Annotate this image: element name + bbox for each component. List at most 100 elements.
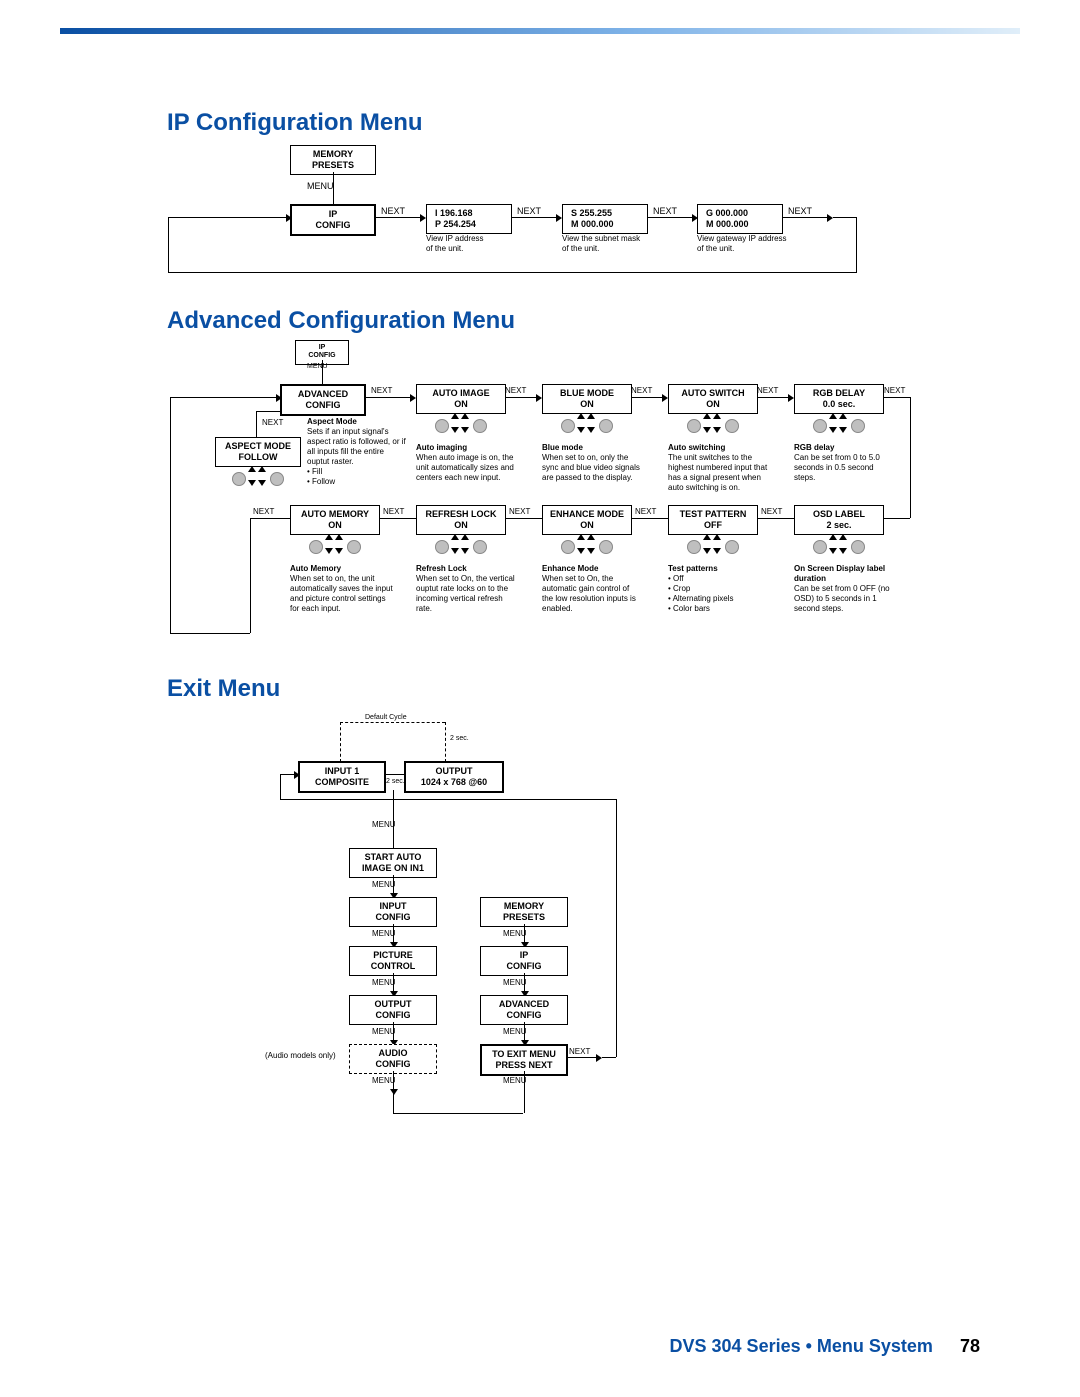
box-memory-presets2: MEMORYPRESETS bbox=[480, 897, 568, 927]
box-blue-mode: BLUE MODE ON bbox=[542, 384, 632, 414]
line bbox=[256, 411, 257, 437]
line bbox=[168, 272, 857, 273]
box-aspect-mode: ASPECT MODEFOLLOW bbox=[215, 437, 301, 467]
line bbox=[884, 397, 910, 398]
line bbox=[280, 774, 294, 775]
desc-rgb-delay: RGB delayCan be set from 0 to 5.0 second… bbox=[794, 443, 894, 483]
line bbox=[393, 1113, 523, 1114]
line bbox=[568, 1057, 596, 1058]
label-next: NEXT bbox=[253, 507, 274, 516]
line bbox=[910, 397, 911, 518]
label-menu: MENU bbox=[372, 978, 396, 987]
label-next: NEXT bbox=[381, 206, 405, 216]
label-menu: MENU bbox=[503, 1076, 527, 1085]
box-auto-switch: AUTO SWITCH ON bbox=[668, 384, 758, 414]
box-output: OUTPUT1024 x 768 @60 bbox=[404, 761, 504, 793]
heading-ip-config: IP Configuration Menu bbox=[167, 109, 423, 137]
desc-gateway: View gateway IP addressof the unit. bbox=[697, 234, 827, 254]
desc-auto-image: Auto imagingWhen auto image is on, the u… bbox=[416, 443, 516, 483]
box-picture-control: PICTURECONTROL bbox=[349, 946, 437, 976]
line bbox=[250, 518, 290, 519]
label-next: NEXT bbox=[517, 206, 541, 216]
line bbox=[758, 518, 794, 519]
label-next: NEXT bbox=[788, 206, 812, 216]
desc-auto-memory: Auto MemoryWhen set to on, the unit auto… bbox=[290, 564, 396, 614]
dashed-line bbox=[340, 722, 445, 724]
line bbox=[506, 397, 536, 398]
label-next: NEXT bbox=[635, 507, 656, 516]
adjust-icon bbox=[809, 413, 869, 437]
box-audio-config: AUDIOCONFIG bbox=[349, 1044, 437, 1074]
box-output-config: OUTPUTCONFIG bbox=[349, 995, 437, 1025]
footer-title: DVS 304 Series • Menu System bbox=[670, 1336, 933, 1356]
line bbox=[280, 799, 616, 800]
adjust-icon bbox=[305, 534, 365, 558]
line bbox=[170, 397, 276, 398]
box-rgb-delay: RGB DELAY0.0 sec. bbox=[794, 384, 884, 414]
label-2sec: 2 sec. bbox=[450, 735, 469, 742]
line bbox=[616, 799, 617, 1057]
header-gradient-bar bbox=[60, 28, 1020, 34]
box-adv-config2: ADVANCEDCONFIG bbox=[480, 995, 568, 1025]
line bbox=[376, 217, 420, 218]
box-test-pattern: TEST PATTERNOFF bbox=[668, 505, 758, 535]
adjust-icon bbox=[683, 534, 743, 558]
box-ip-config: IPCONFIG bbox=[290, 204, 376, 236]
line bbox=[168, 217, 169, 272]
desc-blue-mode: Blue modeWhen set to on, only the sync a… bbox=[542, 443, 642, 483]
label-menu: MENU bbox=[503, 978, 527, 987]
box-auto-memory: AUTO MEMORY ON bbox=[290, 505, 380, 535]
label-2sec: 2 sec. bbox=[386, 778, 405, 785]
label-menu: MENU bbox=[372, 820, 396, 829]
label-menu: MENU bbox=[372, 1076, 396, 1085]
line bbox=[280, 774, 281, 799]
line bbox=[386, 774, 404, 775]
label-next: NEXT bbox=[371, 386, 392, 395]
line bbox=[250, 518, 251, 633]
line bbox=[758, 397, 788, 398]
dashed-line bbox=[340, 722, 342, 762]
heading-adv-config: Advanced Configuration Menu bbox=[167, 307, 515, 335]
adjust-icon bbox=[809, 534, 869, 558]
label-next: NEXT bbox=[569, 1047, 590, 1056]
adjust-icon bbox=[228, 466, 288, 490]
desc-ip-addr: View IP addressof the unit. bbox=[426, 234, 536, 254]
line bbox=[648, 217, 692, 218]
line bbox=[856, 217, 857, 272]
line bbox=[506, 518, 542, 519]
dashed-line bbox=[445, 722, 447, 762]
line bbox=[393, 1093, 394, 1113]
box-start-auto: START AUTOIMAGE ON IN1 bbox=[349, 848, 437, 878]
desc-subnet: View the subnet maskof the unit. bbox=[562, 234, 682, 254]
desc-osd-label: On Screen Display label durationCan be s… bbox=[794, 564, 904, 614]
line bbox=[632, 518, 668, 519]
adjust-icon bbox=[557, 534, 617, 558]
page: IP Configuration Menu Advanced Configura… bbox=[0, 0, 1080, 1397]
line bbox=[256, 411, 280, 412]
label-next: NEXT bbox=[631, 386, 652, 395]
label-next: NEXT bbox=[884, 386, 905, 395]
line bbox=[380, 518, 416, 519]
box-input1: INPUT 1COMPOSITE bbox=[298, 761, 386, 793]
heading-exit-menu: Exit Menu bbox=[167, 675, 280, 703]
label-audio-note: (Audio models only) bbox=[265, 1051, 336, 1060]
label-default-cycle: Default Cycle bbox=[365, 714, 407, 721]
box-osd-label: OSD LABEL2 sec. bbox=[794, 505, 884, 535]
page-number: 78 bbox=[960, 1336, 980, 1356]
footer: DVS 304 Series • Menu System 78 bbox=[670, 1336, 980, 1357]
line bbox=[170, 633, 250, 634]
label-menu: MENU bbox=[372, 880, 396, 889]
box-ip-addr: I 196.168P 254.254 bbox=[426, 204, 512, 234]
line bbox=[168, 217, 286, 218]
adjust-icon bbox=[683, 413, 743, 437]
desc-refresh-lock: Refresh LockWhen set to On, the vertical… bbox=[416, 564, 516, 614]
label-next: NEXT bbox=[505, 386, 526, 395]
box-memory-presets: MEMORYPRESETS bbox=[290, 145, 376, 175]
box-gateway: G 000.000M 000.000 bbox=[697, 204, 783, 234]
label-next: NEXT bbox=[383, 507, 404, 516]
label-menu: MENU bbox=[372, 929, 396, 938]
desc-enhance-mode: Enhance ModeWhen set to On, the automati… bbox=[542, 564, 642, 614]
label-next: NEXT bbox=[757, 386, 778, 395]
label-menu: MENU bbox=[307, 363, 328, 370]
desc-auto-switch: Auto switchingThe unit switches to the h… bbox=[668, 443, 768, 493]
